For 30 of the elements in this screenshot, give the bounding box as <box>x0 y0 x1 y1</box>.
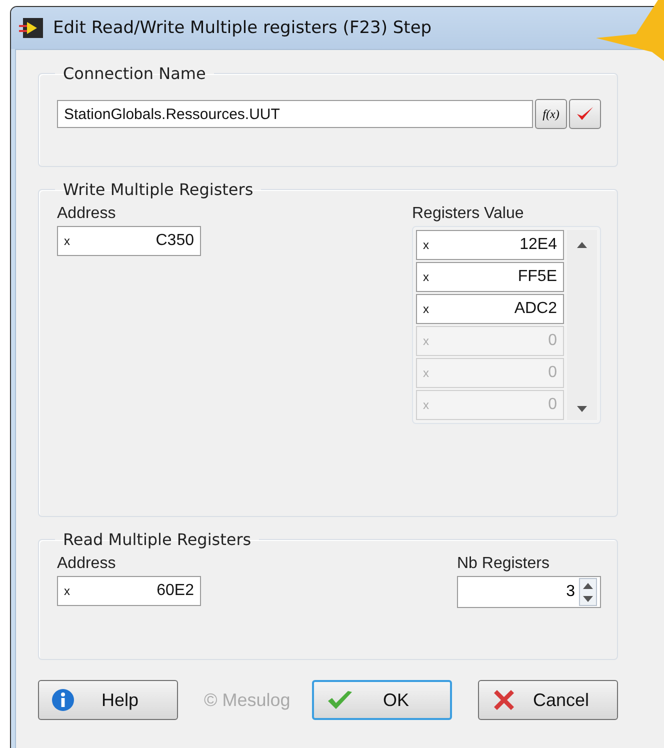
checkmark-icon <box>576 106 594 122</box>
count-spinner[interactable]: 3 <box>457 576 601 608</box>
copyright-text: © Mesulog <box>204 690 290 710</box>
register-field[interactable]: x ADC2 <box>416 294 564 324</box>
scrollbar[interactable] <box>567 230 597 420</box>
connection-name-field[interactable]: StationGlobals.Ressources.UUT <box>57 100 533 128</box>
address-field[interactable]: x C350 <box>57 226 201 256</box>
field-label: Nb Registers <box>457 555 550 573</box>
field-label: Address <box>57 555 117 573</box>
register-field[interactable]: x FF5E <box>416 262 564 292</box>
address-field[interactable]: x 60E2 <box>57 576 201 606</box>
group-title: Read Multiple Registers <box>62 530 252 549</box>
window-title: Edit Read/Write Multiple registers (F23) Step <box>53 18 432 38</box>
cancel-button[interactable]: Cancel <box>478 680 618 720</box>
group-title: Connection Name <box>62 64 207 83</box>
register-field[interactable]: x 12E4 <box>416 230 564 260</box>
scroll-up-icon[interactable] <box>577 242 587 248</box>
expression-button[interactable]: f(x) <box>535 99 567 129</box>
ok-button[interactable]: OK <box>312 680 452 720</box>
app-icon <box>19 17 45 39</box>
checkmark-icon <box>326 689 354 711</box>
scroll-down-icon[interactable] <box>577 406 587 412</box>
check-button[interactable] <box>569 99 601 129</box>
help-button[interactable]: Help <box>38 680 178 720</box>
spin-up-icon[interactable] <box>583 582 593 588</box>
field-label: Registers Value <box>412 205 525 223</box>
field-label: Address <box>57 205 117 223</box>
group-title: Write Multiple Registers <box>62 180 254 199</box>
info-icon <box>51 688 75 712</box>
spin-down-icon[interactable] <box>583 596 593 602</box>
